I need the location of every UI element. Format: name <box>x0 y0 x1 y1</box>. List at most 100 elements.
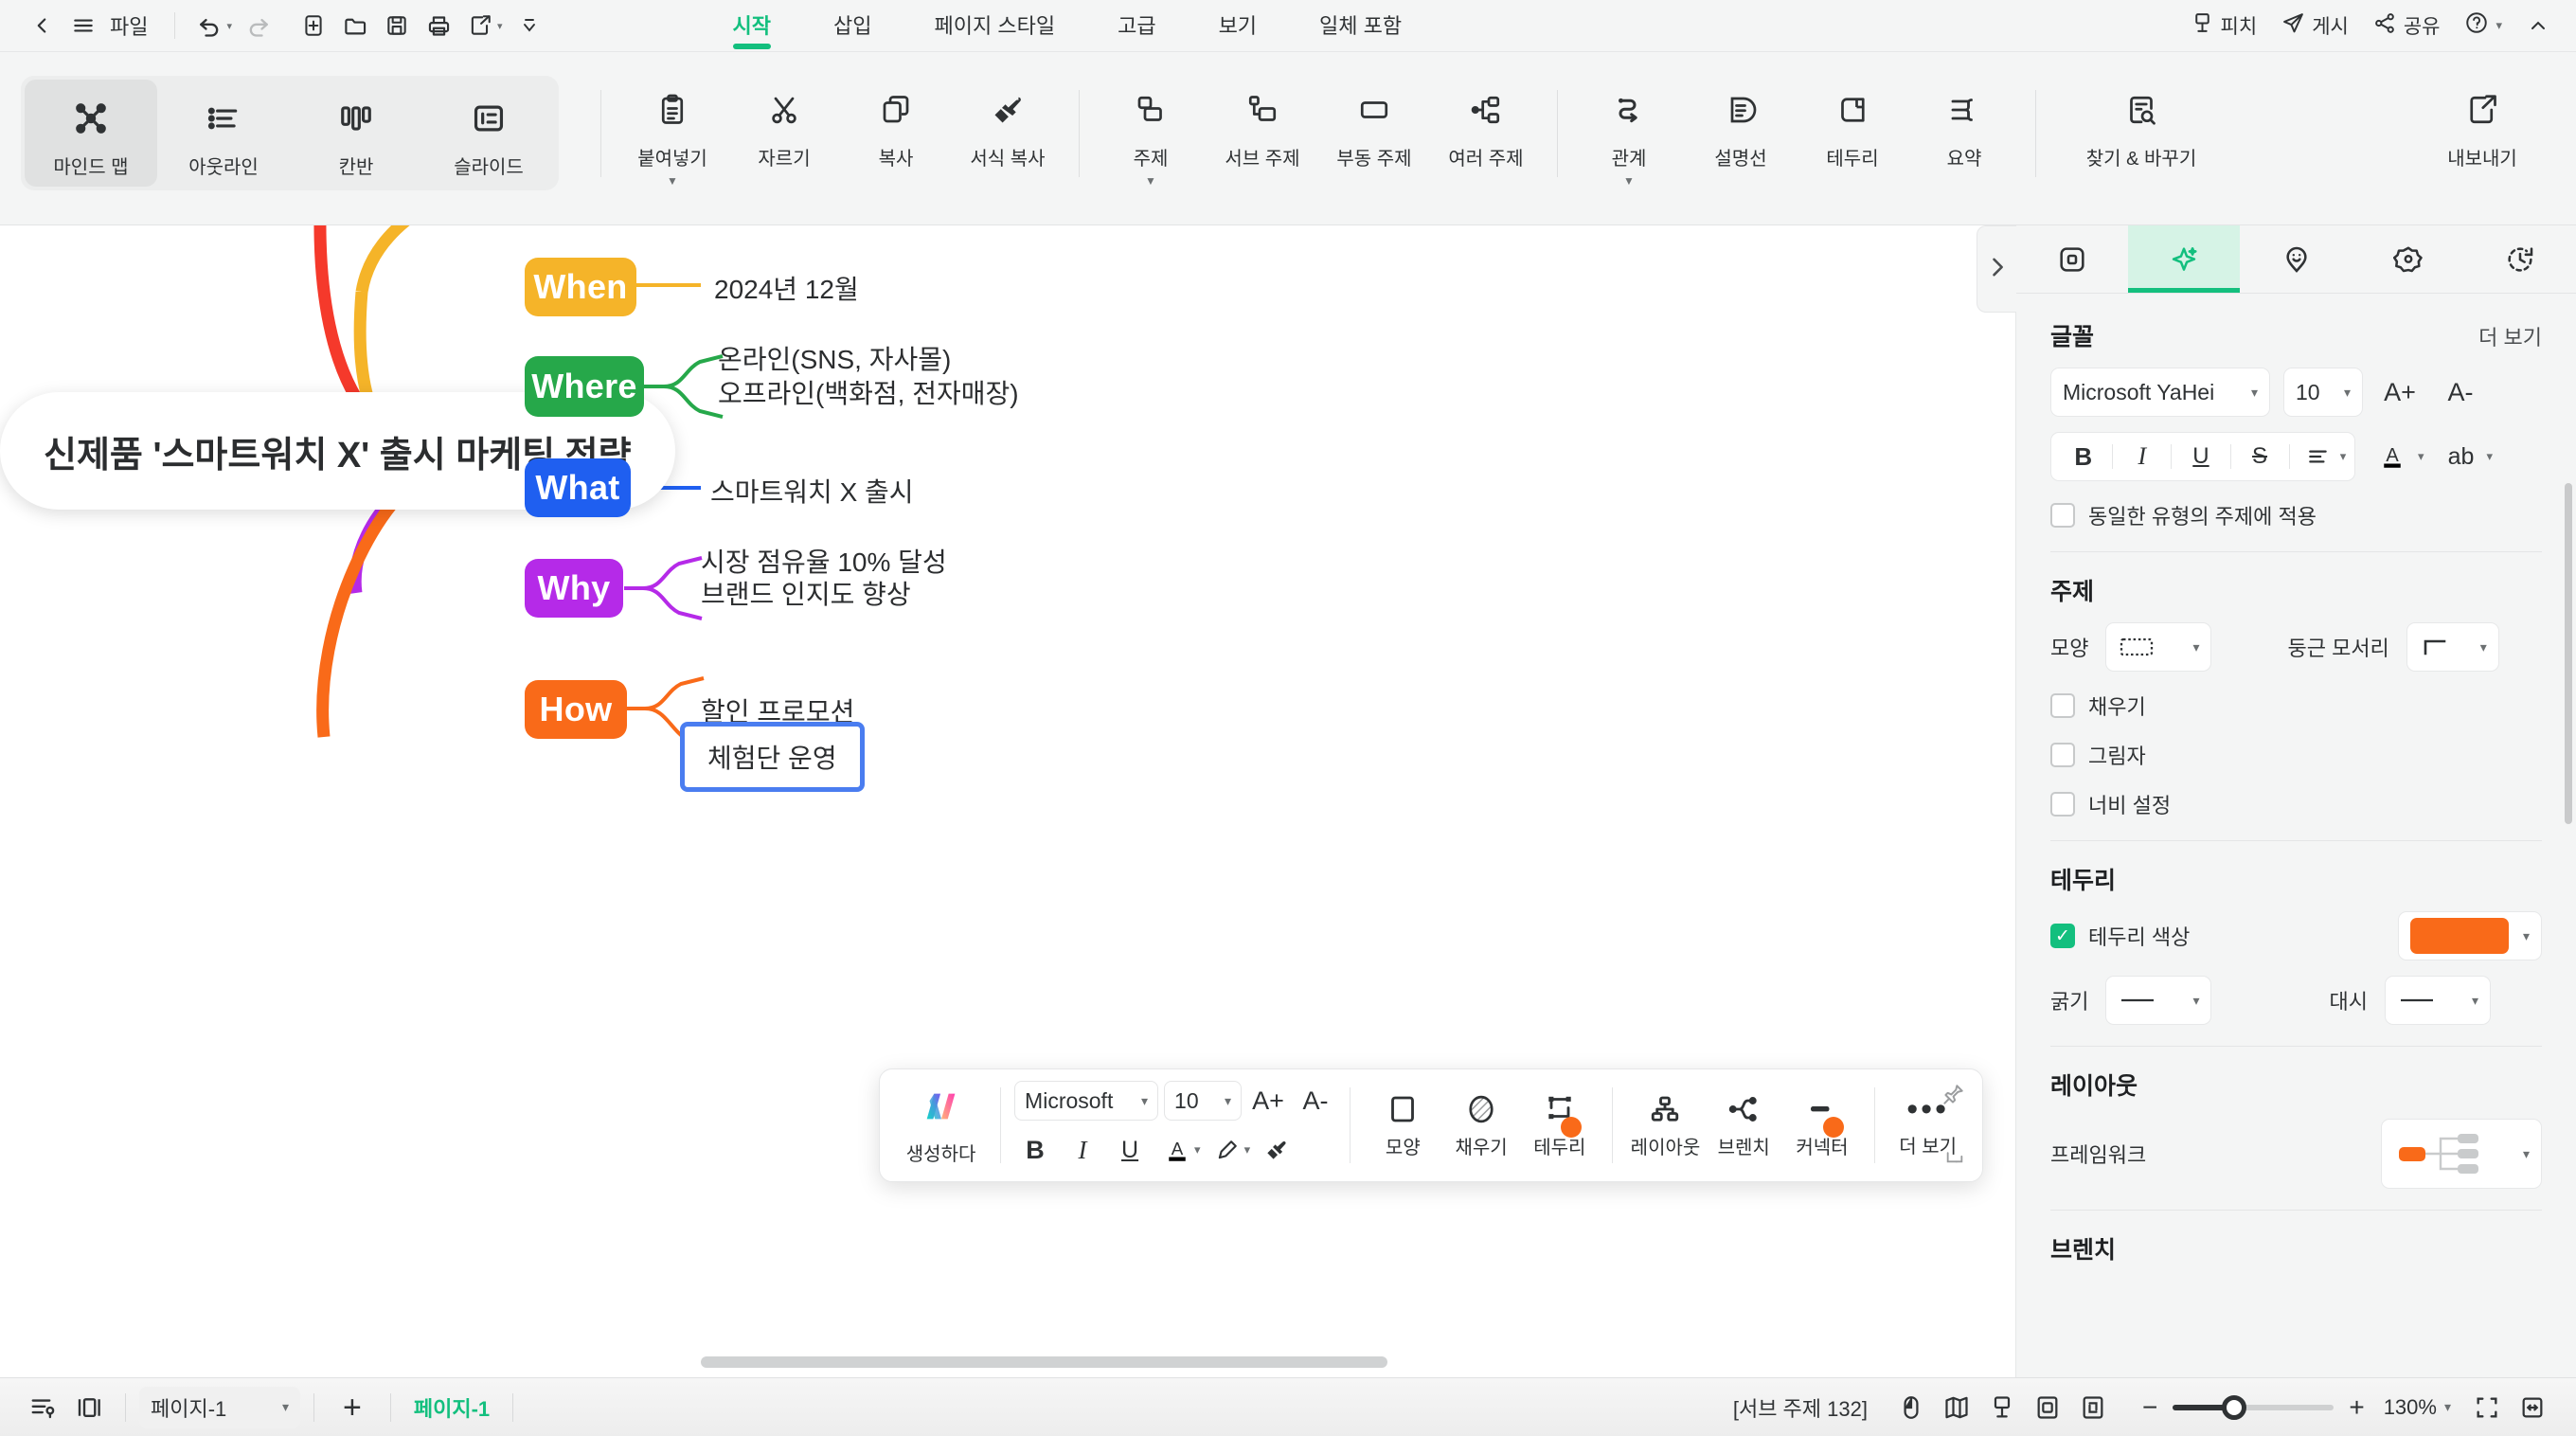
shape-button[interactable]: 모양 <box>1364 1092 1442 1159</box>
layout-button[interactable]: 레이아웃 <box>1626 1092 1705 1159</box>
align-dropdown-icon[interactable]: ▾ <box>2340 449 2347 464</box>
floating-topic-button[interactable]: 부동 주제 <box>1318 86 1430 171</box>
font-color-icon[interactable]: A <box>1156 1129 1198 1171</box>
font-color-dropdown-icon[interactable]: ▾ <box>1194 1142 1201 1158</box>
width-checkbox[interactable] <box>2050 792 2075 817</box>
copy-button[interactable]: 복사 <box>840 86 952 171</box>
branch-button[interactable]: 브렌치 <box>1705 1092 1783 1159</box>
paste-button[interactable]: 붙여넣기 ▼ <box>617 86 728 187</box>
resize-handle-icon[interactable] <box>1944 1144 1965 1170</box>
leaf-where-2[interactable]: 오프라인(백화점, 전자매장) <box>718 373 1019 411</box>
menu-icon[interactable] <box>63 5 104 46</box>
subtopic-button[interactable]: 서브 주제 <box>1207 86 1318 171</box>
highlight-dropdown-icon[interactable]: ▾ <box>1244 1142 1251 1158</box>
tab-home[interactable]: 시작 <box>702 0 802 52</box>
leaf-what-1[interactable]: 스마트워치 X 출시 <box>710 472 914 510</box>
mouse-icon[interactable] <box>1888 1387 1934 1428</box>
shadow-checkbox[interactable] <box>2050 743 2075 767</box>
tab-insert[interactable]: 삽입 <box>802 0 903 52</box>
font-family-select[interactable]: Microsoft ▾ <box>1014 1081 1159 1121</box>
dash-select[interactable]: ▾ <box>2384 976 2491 1025</box>
outline-view-icon[interactable] <box>21 1387 66 1428</box>
collapse-ribbon-icon[interactable] <box>2517 5 2559 46</box>
view-kanban[interactable]: 칸반 <box>290 80 422 187</box>
pitch-button[interactable]: 피치 <box>2181 6 2267 46</box>
highlight-icon[interactable] <box>1207 1129 1248 1171</box>
page-tab-1[interactable]: 페이지-1 <box>404 1392 499 1423</box>
align-icon[interactable] <box>2295 433 2342 480</box>
export-button[interactable]: 내보내기 <box>2426 86 2538 171</box>
fill-button[interactable]: 채우기 <box>1442 1092 1521 1159</box>
text-case-icon[interactable]: ab <box>2438 433 2485 480</box>
leaf-how-2-selected[interactable]: 체험단 운영 <box>680 722 865 792</box>
decrease-font-size-button[interactable]: A- <box>2437 368 2484 416</box>
new-icon[interactable] <box>293 5 334 46</box>
tab-view[interactable]: 보기 <box>1188 0 1288 52</box>
publish-button[interactable]: 게시 <box>2272 6 2358 46</box>
font-family-select[interactable]: Microsoft YaHei ▾ <box>2050 368 2270 417</box>
border-color-checkbox-row[interactable]: ✓ 테두리 색상 <box>2050 921 2190 951</box>
fit-icon[interactable] <box>2025 1387 2070 1428</box>
pitch-icon[interactable] <box>1979 1387 2025 1428</box>
italic-icon[interactable]: I <box>2119 433 2166 480</box>
canvas-horizontal-scrollbar[interactable] <box>701 1356 1387 1368</box>
text-case-dropdown-icon[interactable]: ▾ <box>2487 449 2494 464</box>
right-panel-scrollbar[interactable] <box>2565 483 2572 824</box>
underline-icon[interactable]: U <box>2177 433 2225 480</box>
font-size-select[interactable]: 10 ▾ <box>2283 368 2363 417</box>
tab-advanced[interactable]: 고급 <box>1086 0 1187 52</box>
summary-button[interactable]: 요약 <box>1908 86 2020 171</box>
zoom-dropdown-icon[interactable]: ▾ <box>2444 1399 2451 1415</box>
fit-width-icon[interactable] <box>2510 1387 2555 1428</box>
leaf-where-1[interactable]: 온라인(SNS, 자사몰) <box>718 339 951 377</box>
open-icon[interactable] <box>334 5 376 46</box>
strikethrough-icon[interactable]: S <box>2236 433 2283 480</box>
ai-generate-button[interactable]: 생성하다 <box>895 1085 987 1166</box>
topic-button[interactable]: 주제 ▼ <box>1095 86 1207 187</box>
branch-node-how[interactable]: How <box>525 680 627 739</box>
tab-theme-panel[interactable] <box>2352 225 2464 293</box>
tab-page-style[interactable]: 페이지 스타일 <box>903 0 1087 52</box>
share-out-icon[interactable] <box>459 5 501 46</box>
share-dropdown-icon[interactable]: ▾ <box>497 20 503 32</box>
topic-dropdown-icon[interactable]: ▼ <box>1145 175 1156 187</box>
view-mindmap[interactable]: 마인드 맵 <box>25 80 157 187</box>
view-outline[interactable]: 아웃라인 <box>157 80 290 187</box>
relationship-button[interactable]: 관계 ▼ <box>1573 86 1685 187</box>
border-color-select[interactable]: ▾ <box>2398 911 2542 960</box>
increase-font-size-button[interactable]: A+ <box>1247 1080 1289 1122</box>
bold-icon[interactable]: B <box>1014 1129 1056 1171</box>
shape-select[interactable]: ▾ <box>2105 622 2212 672</box>
font-size-select[interactable]: 10 ▾ <box>1164 1081 1243 1121</box>
view-slide[interactable]: 슬라이드 <box>422 80 555 187</box>
tab-ai-panel[interactable] <box>2128 225 2241 293</box>
tab-all-included[interactable]: 일체 포함 <box>1288 0 1433 52</box>
branch-node-when[interactable]: When <box>525 258 636 316</box>
format-painter-button[interactable]: 서식 복사 <box>952 86 1064 171</box>
help-dropdown-icon[interactable]: ▾ <box>2496 18 2502 33</box>
page-select[interactable]: 페이지-1 ▾ <box>139 1386 300 1428</box>
shadow-checkbox-row[interactable]: 그림자 <box>2050 740 2542 770</box>
pane-view-icon[interactable] <box>66 1387 112 1428</box>
fill-checkbox-row[interactable]: 채우기 <box>2050 691 2542 721</box>
zoom-slider[interactable] <box>2173 1394 2334 1420</box>
italic-icon[interactable]: I <box>1062 1129 1103 1171</box>
framework-select[interactable]: ▾ <box>2381 1119 2542 1189</box>
save-icon[interactable] <box>376 5 418 46</box>
font-more-link[interactable]: 더 보기 <box>2478 321 2542 351</box>
cut-button[interactable]: 자르기 <box>728 86 840 171</box>
map-icon[interactable] <box>1934 1387 1979 1428</box>
tab-style-panel[interactable] <box>2016 225 2128 293</box>
boundary-button[interactable]: 테두리 <box>1797 86 1908 171</box>
apply-same-type-checkbox-row[interactable]: 동일한 유형의 주제에 적용 <box>2050 500 2542 530</box>
branch-node-why[interactable]: Why <box>525 559 623 618</box>
width-checkbox-row[interactable]: 너비 설정 <box>2050 789 2542 819</box>
bold-icon[interactable]: B <box>2060 433 2107 480</box>
branch-node-what[interactable]: What <box>525 458 631 517</box>
zoom-slider-knob[interactable] <box>2222 1394 2247 1420</box>
redo-icon[interactable] <box>238 5 279 46</box>
corner-select[interactable]: ▾ <box>2406 622 2499 672</box>
paste-dropdown-icon[interactable]: ▼ <box>667 175 678 187</box>
branch-node-where[interactable]: Where <box>525 356 644 417</box>
mindmap-canvas[interactable]: 신제품 '스마트워치 X' 출시 마케팅 전략 Who When Where W… <box>0 225 2015 1377</box>
